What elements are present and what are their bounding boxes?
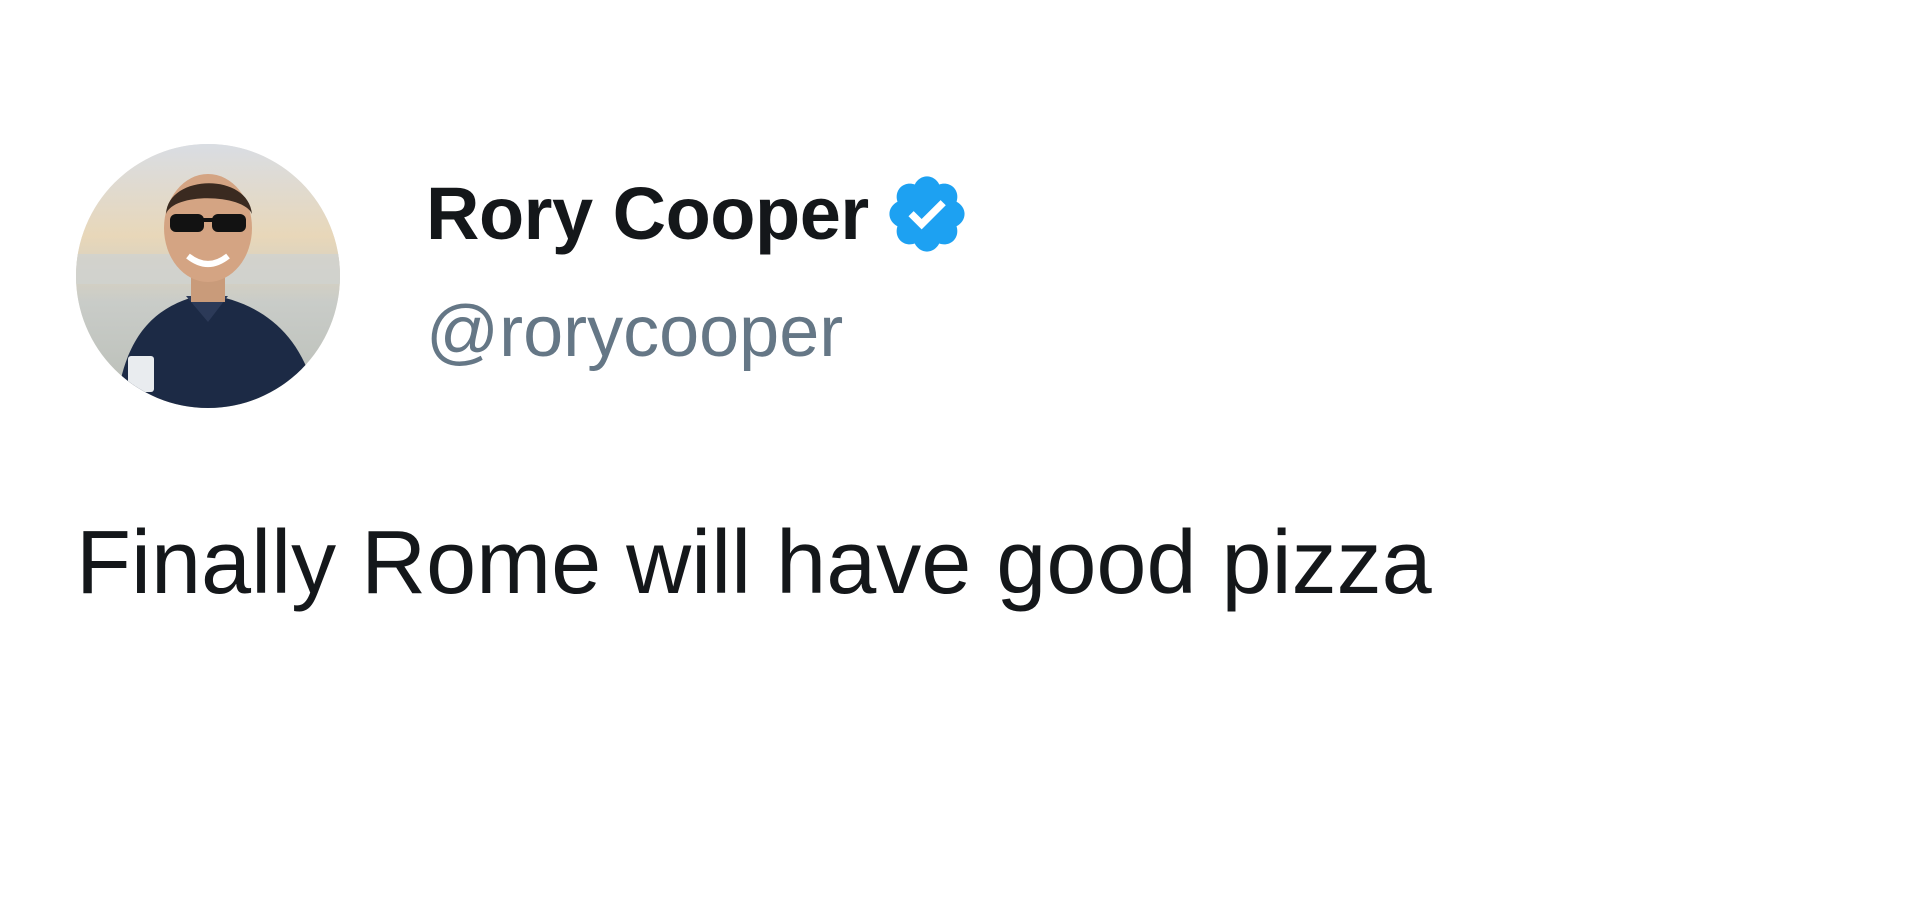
author-display-name[interactable]: Rory Cooper <box>426 177 869 251</box>
tweet-text: Finally Rome will have good pizza <box>76 513 1432 613</box>
author-handle[interactable]: @rorycooper <box>426 296 843 368</box>
avatar[interactable] <box>76 144 340 408</box>
verified-badge-icon <box>883 170 971 258</box>
tweet-card: Rory Cooper @rorycooper Finally Rome wil… <box>0 0 1920 910</box>
avatar-photo <box>76 144 340 408</box>
author-name-row: Rory Cooper <box>426 166 971 262</box>
